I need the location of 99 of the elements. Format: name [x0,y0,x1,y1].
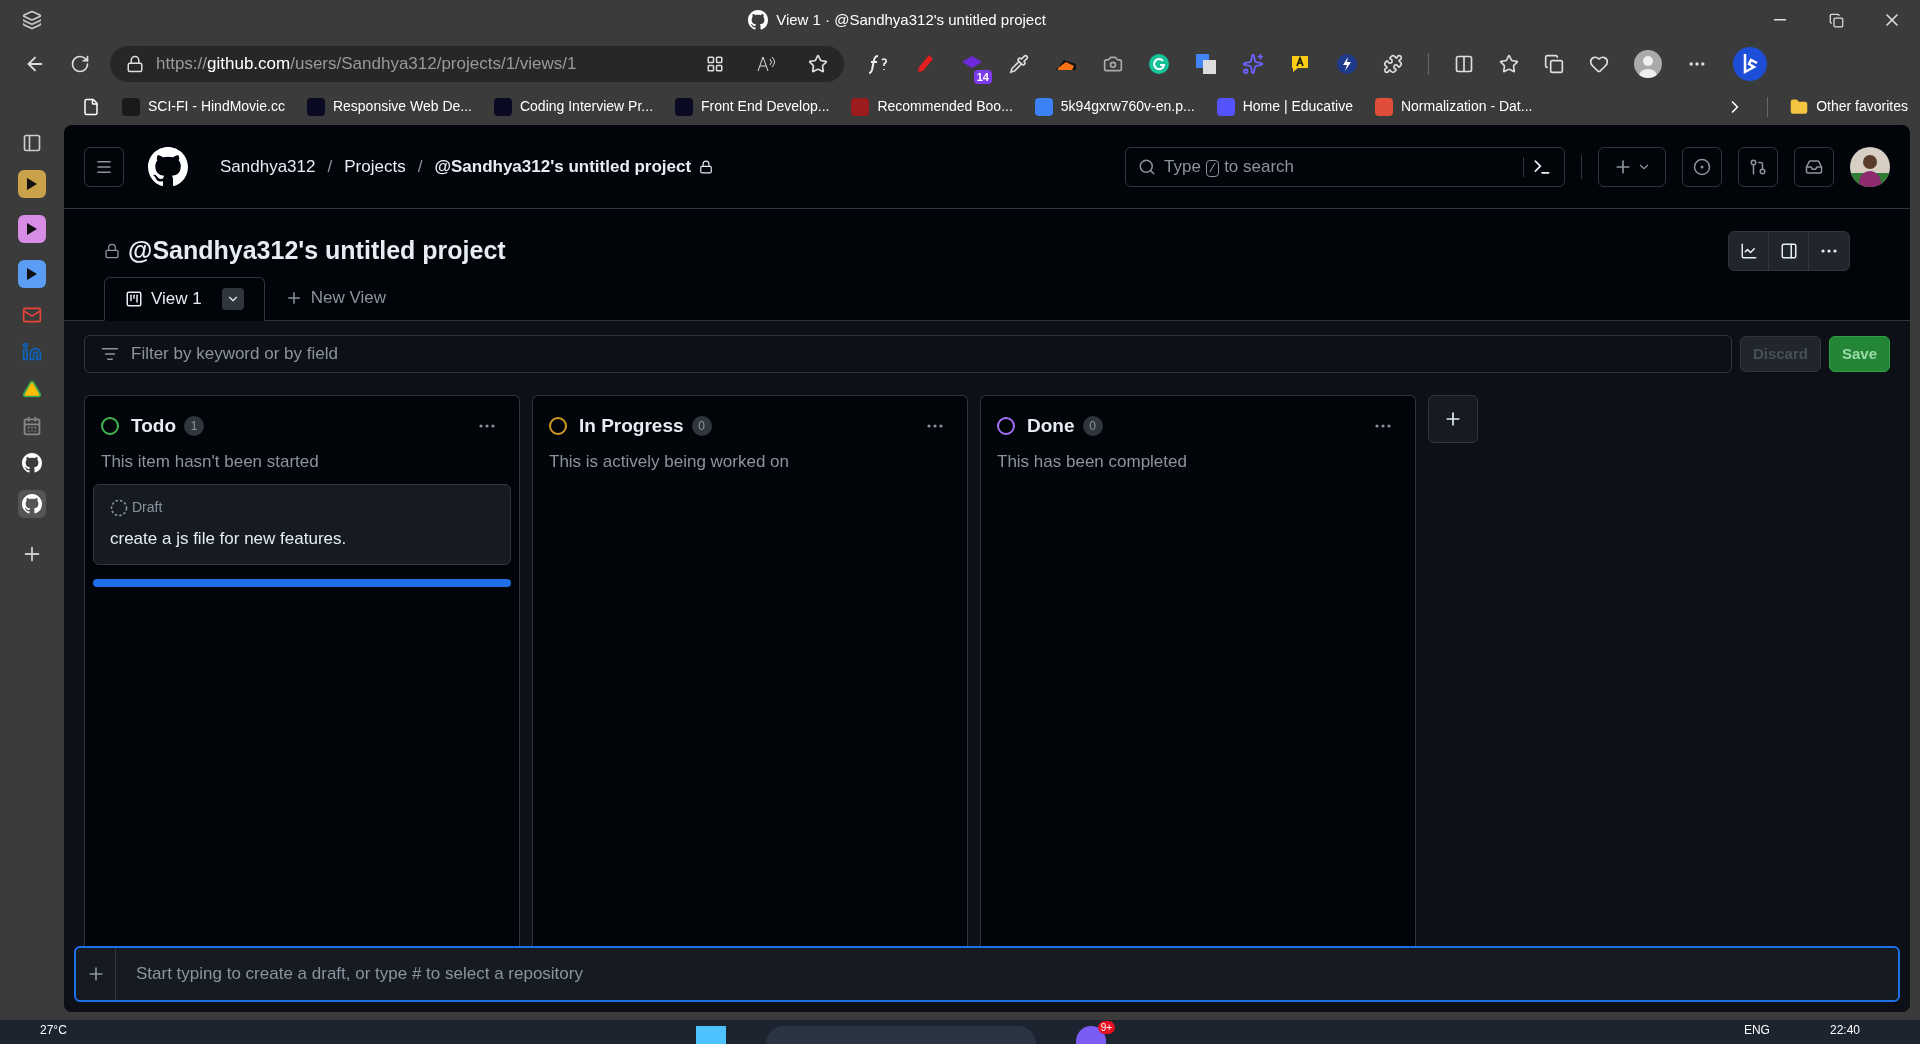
tab-actions-icon[interactable] [22,10,42,30]
octocat-logo-icon[interactable] [22,453,42,473]
octocat-logo-icon[interactable] [148,146,188,187]
add-column-button[interactable] [1428,395,1478,443]
lightning-icon[interactable] [1336,53,1358,75]
search-icon [1138,157,1156,176]
search-placeholder: Type / to search [1164,155,1295,179]
column-description: This is actively being worked on [548,450,790,473]
bookmark[interactable]: 5k94gxrw760v-en.p... [1034,96,1195,117]
profile-avatar-icon[interactable] [1634,50,1662,78]
column-description: This item hasn't been started [100,450,320,473]
play-app-icon[interactable] [18,260,46,288]
user-avatar[interactable] [1850,146,1890,187]
bookmark[interactable]: Home | Educative [1216,96,1353,117]
speech-bubble-icon[interactable] [1289,53,1311,75]
extensions-icon[interactable] [1383,54,1403,74]
column-name: Done [1027,414,1075,438]
restore-icon [1828,12,1844,28]
more-icon [479,424,495,429]
filter-icon [101,345,119,363]
item-count: 1 [184,416,204,437]
split-screen-icon[interactable] [706,55,724,73]
bookmark-folder[interactable]: Other favorites [1790,96,1920,117]
favorite-star-icon[interactable] [808,54,828,74]
filter-input[interactable]: Filter by keyword or by field [131,341,1715,367]
marker-icon[interactable] [915,53,935,75]
sparkle-icon[interactable] [1242,53,1264,75]
octocat-logo-icon[interactable] [22,494,42,514]
breadcrumb-link[interactable]: Projects [344,153,406,180]
play-app-icon[interactable] [18,215,46,243]
issue-icon [1693,157,1711,176]
pull-request-icon [1749,157,1767,176]
lock-icon [104,243,120,259]
heart-icon[interactable] [1589,54,1609,74]
folder-icon [1790,97,1809,116]
color-picker-icon[interactable] [1009,54,1029,74]
board-icon [125,290,143,308]
draft-card[interactable]: Draft create a js file for new features. [93,484,511,565]
minimize-icon [1774,19,1786,21]
calendar-icon[interactable] [22,416,42,436]
extension-badge: 14 [973,70,992,84]
search-field[interactable]: Type / to search [1125,146,1565,187]
column-name: Todo [131,414,176,438]
inbox-button[interactable] [1794,146,1834,187]
draft-circle-icon [110,498,128,517]
view-tab[interactable]: View 1 [104,277,265,321]
view-options-icon[interactable] [221,288,244,310]
bookmark[interactable]: Responsive Web De... [306,96,472,117]
mail-icon[interactable] [22,305,42,325]
draft-input[interactable]: Start typing to create a draft, or type # to select a repository [116,961,1898,987]
view-tab[interactable]: New View [264,276,406,320]
more-icon [927,424,943,429]
side-panel-icon [1779,242,1798,260]
lock-icon [126,55,144,73]
split-view-icon[interactable] [1454,54,1474,74]
inbox-icon [1805,157,1823,176]
page-icon[interactable] [82,97,100,116]
pull-requests-button[interactable] [1738,146,1778,187]
project-title: @Sandhya312's untitled project [128,235,506,267]
bookmark[interactable]: Coding Interview Pr... [493,96,653,117]
formula-icon[interactable] [868,54,890,74]
weather-text[interactable]: 27°C [40,1024,67,1036]
bookmark[interactable]: Recommended Boo... [851,96,1013,117]
lock-icon [699,159,714,174]
breadcrumb-link[interactable]: @Sandhya312's untitled project [434,153,692,180]
url-text: https://github.com/users/Sandhya312/projects/1/views/1 [156,53,577,76]
bookmark[interactable]: SCI-FI - HindMovie.cc [122,96,285,117]
card-title[interactable]: create a js file for new features. [110,526,494,552]
item-count: 0 [1082,416,1103,437]
camera-icon[interactable] [1103,54,1123,74]
collections-icon[interactable] [1544,54,1564,74]
more-icon [1375,424,1391,429]
column-name: In Progress [579,414,684,438]
breadcrumb-separator: / [327,155,333,178]
create-new-button[interactable] [1598,146,1666,187]
breadcrumb-separator: / [417,155,423,178]
more-icon [1821,249,1837,253]
reload-icon [70,54,90,74]
bookmark[interactable]: Front End Develop... [675,96,830,117]
play-app-icon[interactable] [18,170,46,198]
sidebar-panel-icon[interactable] [22,133,42,153]
language-indicator[interactable]: ENG [1743,1024,1770,1036]
favorites-icon[interactable] [1499,54,1519,74]
window-title: View 1 · @Sandhya312's untitled project [776,9,1046,30]
line-chart-icon [1739,242,1758,260]
draft-input-field[interactable]: Start typing to create a draft, or type # to select a repository [74,946,1900,1002]
filter-field[interactable]: Filter by keyword or by field [84,335,1732,373]
octocat-icon [748,10,769,30]
column-description: This has been completed [996,450,1188,473]
address-bar[interactable]: https://github.com/users/Sandhya312/projects/1/views/1 [110,46,844,82]
clock-time[interactable]: 22:40 [1829,1024,1860,1036]
issues-button[interactable] [1682,146,1722,187]
item-count: 0 [691,416,712,437]
breadcrumb-link[interactable]: Sandhya312 [220,153,316,180]
notification-badge: 9+ [1097,1021,1116,1034]
bookmark[interactable]: Normalization - Dat... [1374,96,1533,117]
draft-label: Draft [132,498,163,517]
read-aloud-icon[interactable] [756,55,776,73]
menu-button[interactable] [84,146,124,187]
